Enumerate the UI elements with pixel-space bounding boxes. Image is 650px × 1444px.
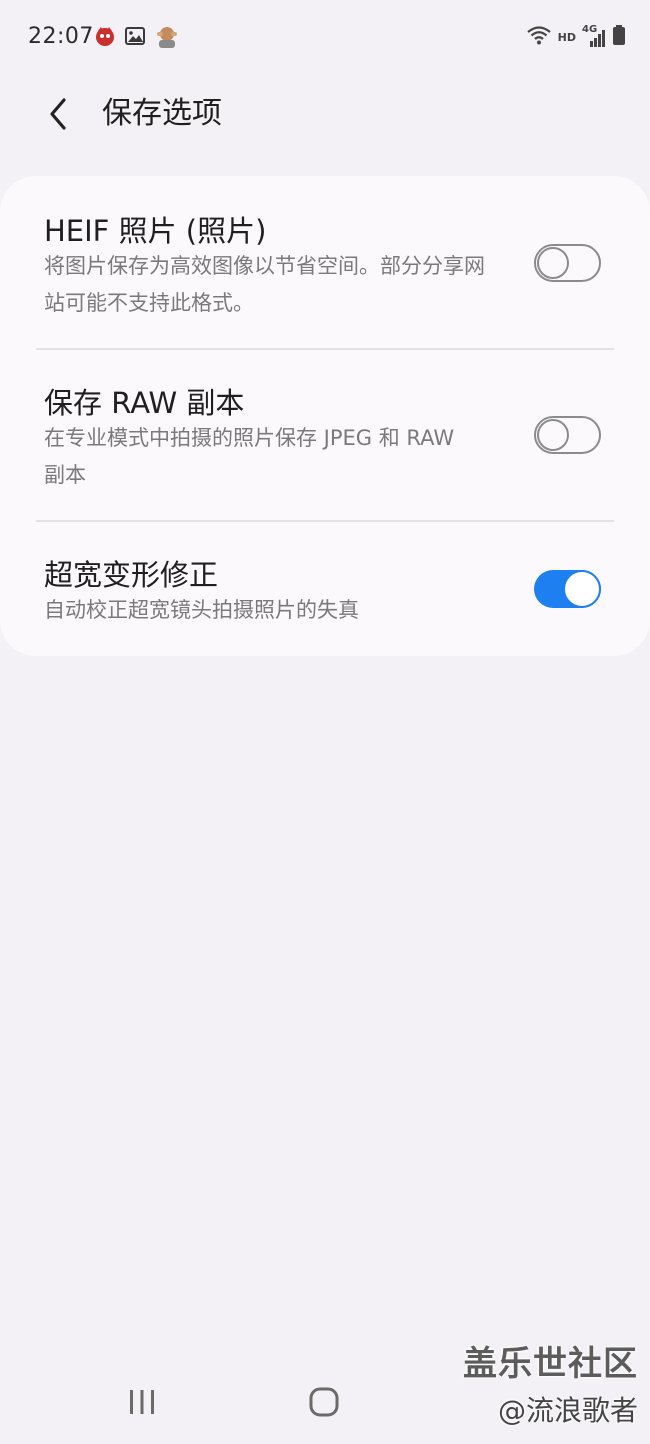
toggle-knob [563,570,601,608]
signal-4g-icon: 4G [582,24,606,48]
notification-icons [94,24,180,52]
setting-row-heif[interactable]: HEIF 照片 (照片) 将图片保存为高效图像以节省空间。部分分享网站可能不支持… [0,176,650,348]
emoji-icon [154,24,180,52]
heif-toggle[interactable] [534,244,601,282]
setting-title: 保存 RAW 副本 [44,386,245,420]
battery-icon [612,24,626,50]
home-button[interactable] [294,1380,354,1424]
gallery-icon [124,25,146,51]
recents-button[interactable] [112,1380,172,1424]
setting-row-raw[interactable]: 保存 RAW 副本 在专业模式中拍摄的照片保存 JPEG 和 RAW 副本 [0,350,650,520]
setting-title: 超宽变形修正 [44,558,219,592]
recents-icon [130,1390,154,1414]
setting-row-ultrawide[interactable]: 超宽变形修正 自动校正超宽镜头拍摄照片的失真 [0,522,650,656]
page-title: 保存选项 [102,96,222,131]
header: 保存选项 [0,76,650,152]
setting-description: 自动校正超宽镜头拍摄照片的失真 [44,598,359,622]
hd-icon: HD [557,30,576,44]
status-bar: 22:07 HD 4G [0,0,650,76]
setting-description: 将图片保存为高效图像以节省空间。部分分享网站可能不支持此格式。 [44,254,485,315]
setting-title: HEIF 照片 (照片) [44,214,267,248]
home-icon [309,1387,339,1417]
navigation-bar [0,1360,650,1444]
settings-card: HEIF 照片 (照片) 将图片保存为高效图像以节省空间。部分分享网站可能不支持… [0,176,650,656]
wifi-icon [526,25,552,49]
toggle-knob [537,419,569,451]
toggle-knob [537,247,569,279]
system-icons: HD 4G [526,24,626,50]
status-time: 22:07 [28,24,94,49]
setting-description: 在专业模式中拍摄的照片保存 JPEG 和 RAW 副本 [44,426,455,487]
back-button[interactable] [34,86,82,142]
raw-toggle[interactable] [534,416,601,454]
game-icon [94,25,116,51]
chevron-left-icon [50,98,66,130]
ultrawide-toggle[interactable] [534,570,601,608]
